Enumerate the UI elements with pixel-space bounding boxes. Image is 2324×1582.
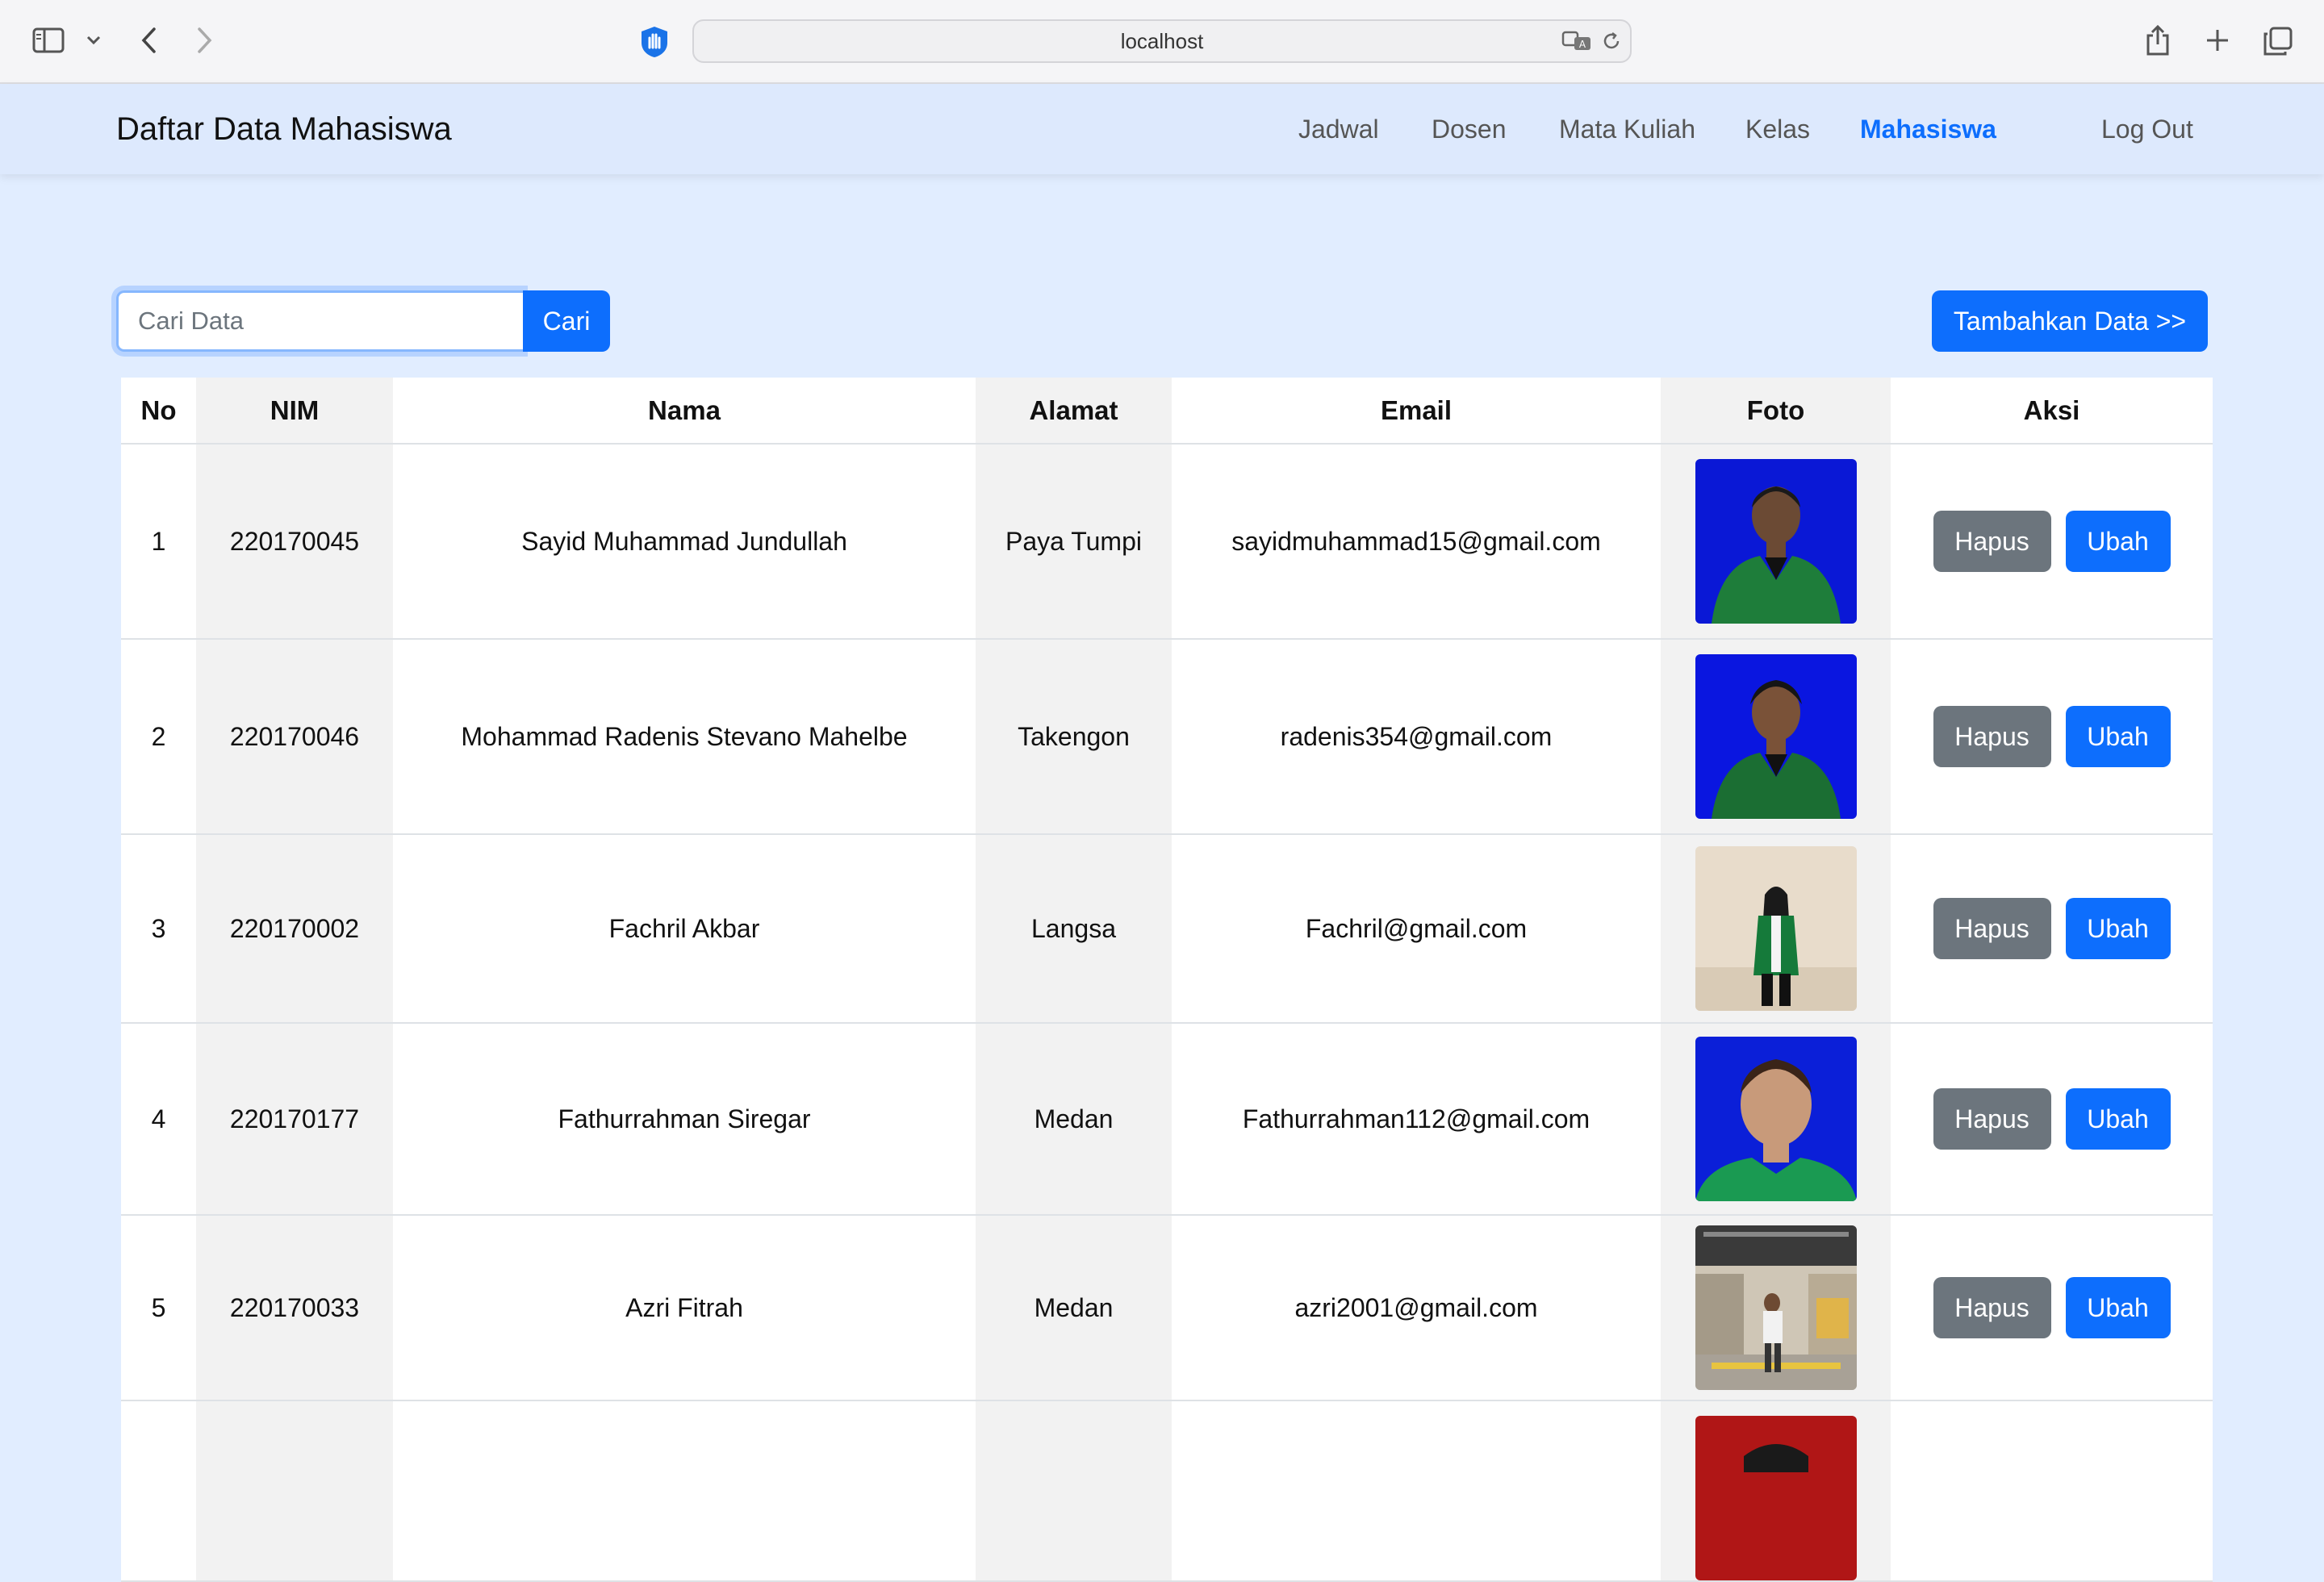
- cell-email: sayidmuhammad15@gmail.com: [1172, 444, 1661, 640]
- student-photo: [1695, 1037, 1857, 1201]
- cell-alamat: [976, 1400, 1172, 1582]
- shield-icon[interactable]: [636, 24, 673, 60]
- navbar: Daftar Data Mahasiswa Jadwal Dosen Mata …: [0, 84, 2324, 174]
- table-row: 2 220170046 Mohammad Radenis Stevano Mah…: [121, 639, 2213, 835]
- cell-email: [1172, 1400, 1661, 1582]
- cell-aksi: [1891, 1400, 2213, 1582]
- sidebar-icon[interactable]: [31, 24, 66, 56]
- cell-email: radenis354@gmail.com: [1172, 639, 1661, 835]
- cell-aksi: Hapus Ubah: [1891, 1023, 2213, 1216]
- cell-nama: Fachril Akbar: [393, 834, 976, 1024]
- header-foto: Foto: [1661, 378, 1891, 445]
- back-icon[interactable]: [136, 24, 161, 56]
- reload-icon[interactable]: [1599, 29, 1624, 53]
- edit-button[interactable]: Ubah: [2065, 706, 2171, 767]
- cell-no: 1: [121, 444, 196, 640]
- cell-alamat: Medan: [976, 1215, 1172, 1401]
- cell-nama: Mohammad Radenis Stevano Mahelbe: [393, 639, 976, 835]
- cell-nim: 220170045: [196, 444, 393, 640]
- cell-foto: [1661, 834, 1891, 1024]
- cell-foto: [1661, 1400, 1891, 1582]
- share-icon[interactable]: [2142, 21, 2174, 60]
- cell-aksi: Hapus Ubah: [1891, 444, 2213, 640]
- cell-no: 2: [121, 639, 196, 835]
- search-button[interactable]: Cari: [523, 290, 610, 352]
- tabs-overview-icon[interactable]: [2261, 24, 2295, 58]
- delete-button[interactable]: Hapus: [1933, 511, 2051, 572]
- cell-alamat: Paya Tumpi: [976, 444, 1172, 640]
- nav-link-mahasiswa[interactable]: Mahasiswa: [1860, 84, 1996, 174]
- forward-icon[interactable]: [192, 24, 218, 56]
- nav-link-dosen[interactable]: Dosen: [1432, 84, 1507, 174]
- edit-button[interactable]: Ubah: [2065, 1088, 2171, 1150]
- svg-text:A: A: [1579, 39, 1586, 50]
- cell-nim: 220170177: [196, 1023, 393, 1216]
- cell-foto: [1661, 639, 1891, 835]
- cell-nim: 220170002: [196, 834, 393, 1024]
- cell-alamat: Langsa: [976, 834, 1172, 1024]
- header-email: Email: [1172, 378, 1661, 445]
- cell-no: 5: [121, 1215, 196, 1401]
- table-row: [121, 1400, 2213, 1582]
- cell-foto: [1661, 1215, 1891, 1401]
- url-text: localhost: [1120, 28, 1204, 53]
- cell-foto: [1661, 1023, 1891, 1216]
- cell-aksi: Hapus Ubah: [1891, 1215, 2213, 1401]
- cell-email: Fachril@gmail.com: [1172, 834, 1661, 1024]
- table-row: 5 220170033 Azri Fitrah Medan azri2001@g…: [121, 1215, 2213, 1401]
- cell-foto: [1661, 444, 1891, 640]
- nav-link-mata-kuliah[interactable]: Mata Kuliah: [1559, 84, 1695, 174]
- student-photo: [1695, 459, 1857, 624]
- cell-nim: [196, 1400, 393, 1582]
- chevron-down-icon[interactable]: [84, 29, 103, 52]
- cell-email: azri2001@gmail.com: [1172, 1215, 1661, 1401]
- table-row: 3 220170002 Fachril Akbar Langsa Fachril…: [121, 834, 2213, 1024]
- cell-nama: [393, 1400, 976, 1582]
- header-alamat: Alamat: [976, 378, 1172, 445]
- cell-no: 4: [121, 1023, 196, 1216]
- address-bar[interactable]: localhost A: [692, 19, 1632, 63]
- cell-email: Fathurrahman112@gmail.com: [1172, 1023, 1661, 1216]
- nav-link-jadwal[interactable]: Jadwal: [1298, 84, 1379, 174]
- add-data-button[interactable]: Tambahkan Data >>: [1932, 290, 2208, 352]
- student-photo: [1695, 654, 1857, 819]
- cell-aksi: Hapus Ubah: [1891, 639, 2213, 835]
- delete-button[interactable]: Hapus: [1933, 706, 2051, 767]
- cell-nama: Sayid Muhammad Jundullah: [393, 444, 976, 640]
- header-aksi: Aksi: [1891, 378, 2213, 445]
- student-photo: [1695, 846, 1857, 1011]
- student-table: No NIM Nama Alamat Email Foto Aksi 1 220…: [121, 378, 2213, 1582]
- cell-nama: Fathurrahman Siregar: [393, 1023, 976, 1216]
- cell-alamat: Medan: [976, 1023, 1172, 1216]
- delete-button[interactable]: Hapus: [1933, 1088, 2051, 1150]
- nav-link-logout[interactable]: Log Out: [2101, 84, 2193, 174]
- edit-button[interactable]: Ubah: [2065, 898, 2171, 959]
- delete-button[interactable]: Hapus: [1933, 1277, 2051, 1338]
- table-header-row: No NIM Nama Alamat Email Foto Aksi: [121, 378, 2213, 445]
- cell-nama: Azri Fitrah: [393, 1215, 976, 1401]
- navbar-brand[interactable]: Daftar Data Mahasiswa: [116, 84, 452, 174]
- cell-nim: 220170033: [196, 1215, 393, 1401]
- edit-button[interactable]: Ubah: [2065, 511, 2171, 572]
- nav-link-kelas[interactable]: Kelas: [1745, 84, 1810, 174]
- header-nama: Nama: [393, 378, 976, 445]
- cell-aksi: Hapus Ubah: [1891, 834, 2213, 1024]
- cell-nim: 220170046: [196, 639, 393, 835]
- search-input[interactable]: [116, 290, 523, 352]
- table-row: 4 220170177 Fathurrahman Siregar Medan F…: [121, 1023, 2213, 1216]
- browser-toolbar: localhost A: [0, 0, 2324, 84]
- header-nim: NIM: [196, 378, 393, 445]
- student-photo: [1695, 1225, 1857, 1390]
- translate-icon[interactable]: A: [1561, 29, 1593, 53]
- cell-alamat: Takengon: [976, 639, 1172, 835]
- cell-no: [121, 1400, 196, 1582]
- student-photo: [1695, 1416, 1857, 1580]
- edit-button[interactable]: Ubah: [2065, 1277, 2171, 1338]
- table-row: 1 220170045 Sayid Muhammad Jundullah Pay…: [121, 444, 2213, 640]
- cell-no: 3: [121, 834, 196, 1024]
- new-tab-icon[interactable]: [2201, 24, 2234, 56]
- delete-button[interactable]: Hapus: [1933, 898, 2051, 959]
- header-no: No: [121, 378, 196, 445]
